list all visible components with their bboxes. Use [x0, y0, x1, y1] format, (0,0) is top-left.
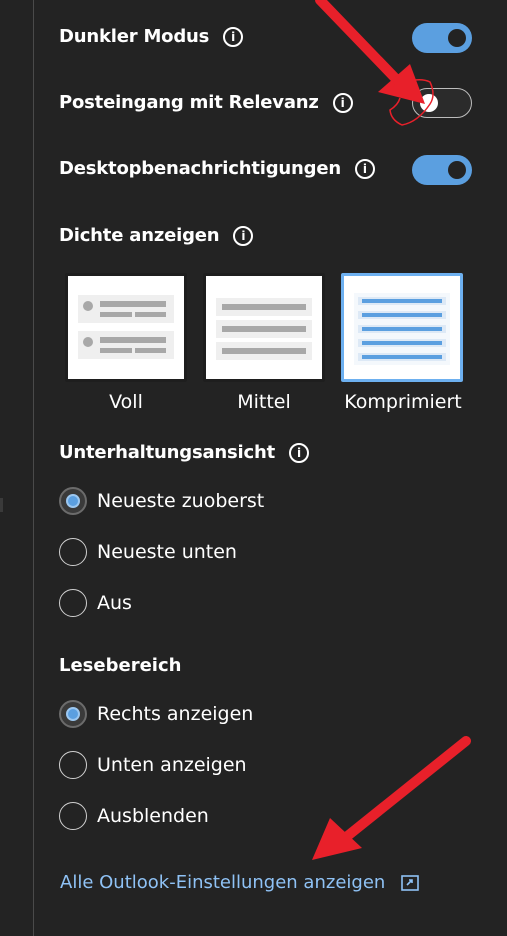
conversation-title-row: Unterhaltungsansicht i: [59, 442, 310, 463]
radio-button[interactable]: [59, 589, 87, 617]
density-compact-preview: [354, 293, 450, 365]
density-label-compact: Komprimiert: [344, 391, 462, 413]
toggle-knob: [420, 93, 438, 112]
density-card-medium[interactable]: [203, 273, 325, 382]
radio-label: Neueste unten: [97, 541, 237, 563]
density-label-full: Voll: [109, 391, 143, 413]
radio-off[interactable]: Aus: [59, 589, 132, 617]
radio-button[interactable]: [59, 700, 87, 728]
all-settings-link-text[interactable]: Alle Outlook-Einstellungen anzeigen: [60, 872, 385, 893]
density-card-compact[interactable]: [341, 273, 463, 382]
annotation-arrow-bottom: [312, 736, 471, 860]
desktop-notifications-label: Desktopbenachrichtigungen: [59, 158, 341, 179]
reading-pane-title: Lesebereich: [59, 655, 182, 676]
radio-label: Unten anzeigen: [97, 754, 247, 776]
radio-button[interactable]: [59, 538, 87, 566]
desktop-notifications-toggle[interactable]: [412, 155, 472, 185]
focused-inbox-toggle[interactable]: [412, 88, 472, 118]
toggle-knob: [448, 161, 466, 179]
annotation-arrows: [312, 0, 471, 860]
panel-divider: [33, 0, 34, 936]
radio-newest-bottom[interactable]: Neueste unten: [59, 538, 237, 566]
dark-mode-label: Dunkler Modus: [59, 26, 210, 47]
radio-show-bottom[interactable]: Unten anzeigen: [59, 751, 247, 779]
density-card-full[interactable]: [65, 273, 187, 382]
radio-hide[interactable]: Ausblenden: [59, 802, 209, 830]
radio-label: Aus: [97, 592, 132, 614]
conversation-title: Unterhaltungsansicht: [59, 442, 276, 463]
edge-marker: [0, 498, 3, 512]
focused-inbox-row: Posteingang mit Relevanz i: [59, 92, 353, 113]
density-label-medium: Mittel: [237, 391, 291, 413]
radio-button[interactable]: [59, 751, 87, 779]
open-external-icon[interactable]: [401, 874, 420, 891]
density-title-row: Dichte anzeigen i: [59, 225, 254, 246]
dark-mode-row: Dunkler Modus i: [59, 26, 244, 47]
radio-label: Ausblenden: [97, 805, 209, 827]
radio-label: Neueste zuoberst: [97, 490, 265, 512]
dark-mode-toggle[interactable]: [412, 23, 472, 53]
info-icon[interactable]: i: [289, 442, 310, 463]
radio-newest-top[interactable]: Neueste zuoberst: [59, 487, 264, 515]
info-icon[interactable]: i: [332, 92, 353, 113]
focused-inbox-label: Posteingang mit Relevanz: [59, 92, 319, 113]
density-title: Dichte anzeigen: [59, 225, 220, 246]
info-icon[interactable]: i: [223, 26, 244, 47]
radio-button[interactable]: [59, 802, 87, 830]
all-settings-link[interactable]: Alle Outlook-Einstellungen anzeigen: [60, 872, 420, 893]
radio-label: Rechts anzeigen: [97, 703, 254, 725]
desktop-notifications-row: Desktopbenachrichtigungen i: [59, 158, 375, 179]
toggle-knob: [448, 29, 466, 47]
radio-button[interactable]: [59, 487, 87, 515]
density-full-preview: [78, 295, 174, 359]
info-icon[interactable]: i: [233, 225, 254, 246]
radio-show-right[interactable]: Rechts anzeigen: [59, 700, 253, 728]
info-icon[interactable]: i: [354, 158, 375, 179]
density-medium-preview: [216, 298, 312, 360]
